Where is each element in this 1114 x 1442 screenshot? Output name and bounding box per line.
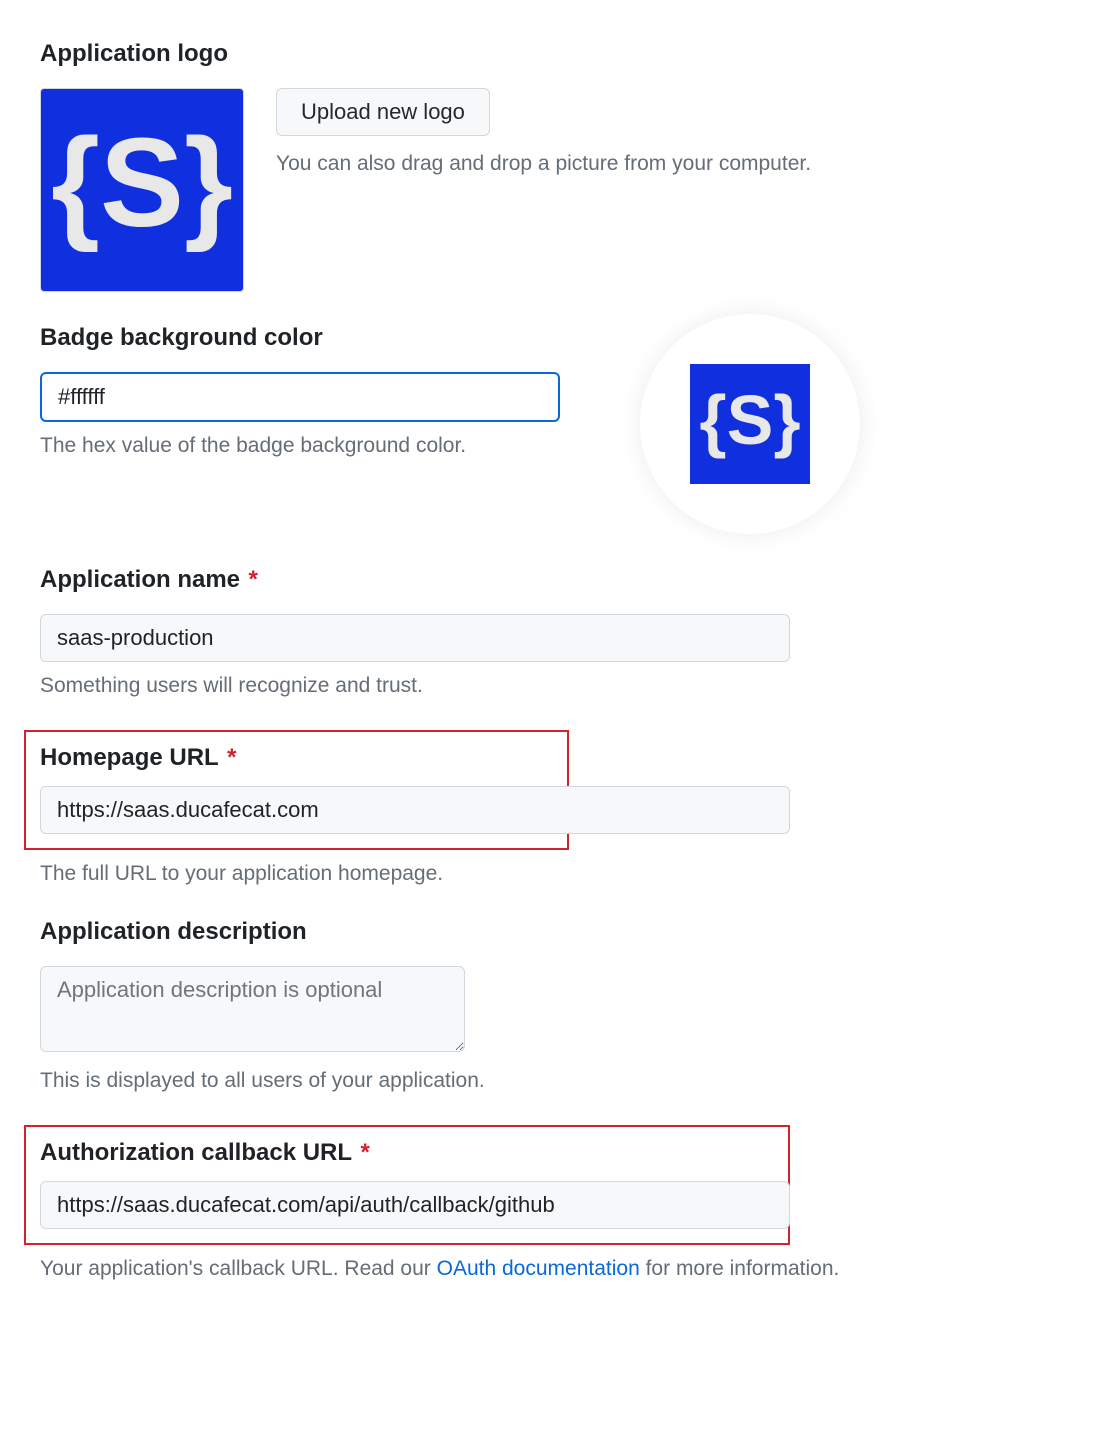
upload-logo-button[interactable]: Upload new logo xyxy=(276,88,490,136)
description-label: Application description xyxy=(40,918,307,946)
logo-preview[interactable]: {S} xyxy=(40,88,244,292)
description-help: This is displayed to all users of your a… xyxy=(40,1069,1074,1093)
svg-text:{S}: {S} xyxy=(700,381,800,459)
callback-label: Authorization callback URL xyxy=(40,1139,352,1167)
callback-input[interactable] xyxy=(40,1181,790,1229)
app-name-section: Application name * Something users will … xyxy=(40,566,1074,698)
badge-section: Badge background color The hex value of … xyxy=(40,324,1074,534)
required-asterisk: * xyxy=(248,566,257,594)
description-textarea[interactable] xyxy=(40,966,465,1052)
required-asterisk: * xyxy=(227,744,236,772)
upload-hint-text: You can also drag and drop a picture fro… xyxy=(276,152,811,176)
logo-icon: {S} xyxy=(52,100,232,280)
oauth-documentation-link[interactable]: OAuth documentation xyxy=(437,1257,640,1280)
svg-text:{S}: {S} xyxy=(52,112,232,253)
app-name-input[interactable] xyxy=(40,614,790,662)
callback-highlight: Authorization callback URL * xyxy=(24,1125,790,1245)
app-name-label: Application name xyxy=(40,566,240,594)
homepage-section: Homepage URL * The full URL to your appl… xyxy=(40,730,1074,886)
callback-help: Your application's callback URL. Read ou… xyxy=(40,1257,1074,1281)
homepage-help: The full URL to your application homepag… xyxy=(40,862,1074,886)
badge-preview-logo: {S} xyxy=(690,364,810,484)
badge-preview-circle: {S} xyxy=(640,314,860,534)
callback-section: Authorization callback URL * Your applic… xyxy=(40,1125,1074,1281)
application-logo-label: Application logo xyxy=(40,40,228,68)
badge-logo-icon: {S} xyxy=(700,374,800,474)
callback-help-suffix: for more information. xyxy=(640,1257,840,1280)
app-name-help: Something users will recognize and trust… xyxy=(40,674,1074,698)
homepage-highlight: Homepage URL * xyxy=(24,730,569,850)
application-logo-section: Application logo {S} Upload new logo You… xyxy=(40,40,1074,292)
required-asterisk: * xyxy=(361,1139,370,1167)
badge-label: Badge background color xyxy=(40,324,323,352)
homepage-label: Homepage URL xyxy=(40,744,219,772)
callback-help-prefix: Your application's callback URL. Read ou… xyxy=(40,1257,437,1280)
logo-row: {S} Upload new logo You can also drag an… xyxy=(40,88,1074,292)
badge-color-input[interactable] xyxy=(40,372,560,422)
badge-help-text: The hex value of the badge background co… xyxy=(40,434,600,458)
logo-actions: Upload new logo You can also drag and dr… xyxy=(276,88,811,176)
description-section: Application description This is displaye… xyxy=(40,918,1074,1093)
homepage-input[interactable] xyxy=(40,786,790,834)
